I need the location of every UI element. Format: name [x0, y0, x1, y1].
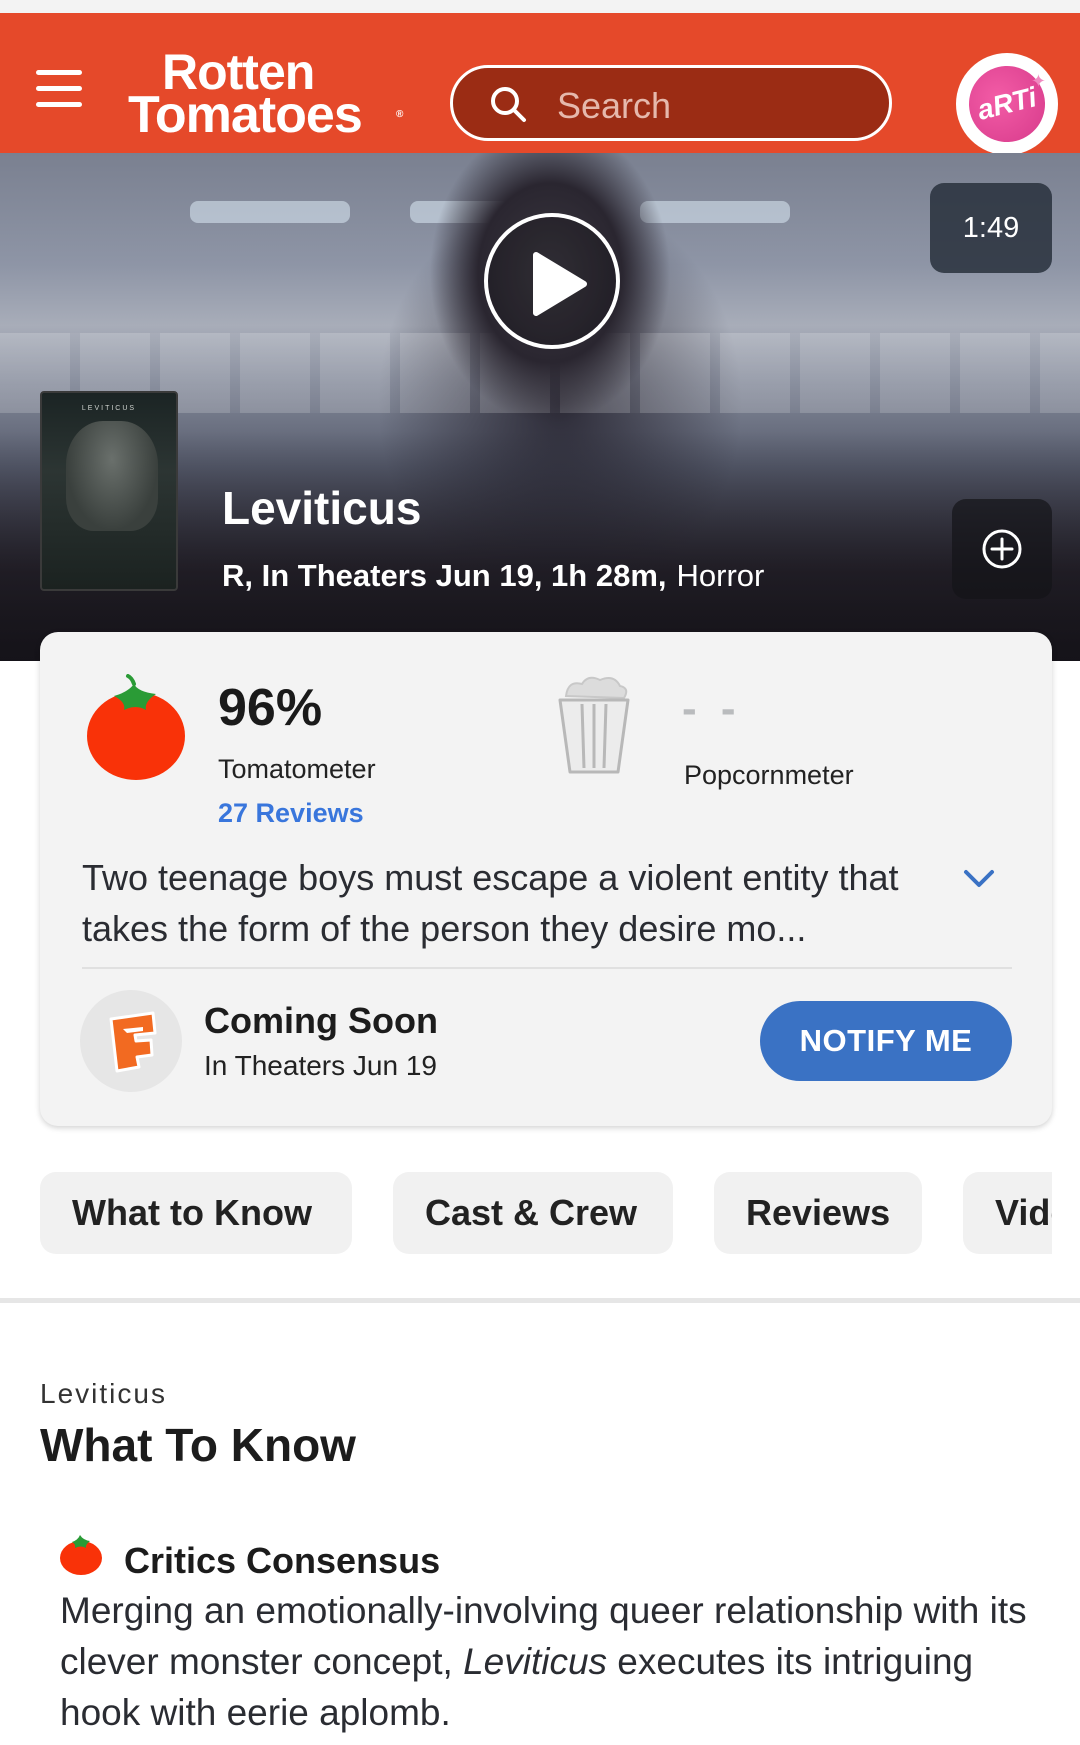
search-placeholder: Search	[557, 85, 672, 126]
section-kicker: Leviticus	[40, 1378, 167, 1409]
poster-figure	[66, 421, 158, 531]
section-tabs: What to Know Cast & Crew Reviews Videos	[0, 1172, 1052, 1254]
movie-rating-release-runtime: R, In Theaters Jun 19, 1h 28m,	[222, 558, 667, 593]
critics-consensus-text: Merging an emotionally-involving queer r…	[60, 1585, 1040, 1738]
movie-meta: R, In Theaters Jun 19, 1h 28m, Horror	[222, 558, 764, 594]
add-to-watchlist-button[interactable]	[952, 499, 1052, 599]
empty-popcorn-icon	[558, 676, 630, 774]
logo-text-bottom: Tomatoes	[128, 86, 363, 144]
notify-me-button[interactable]: NOTIFY ME	[760, 1001, 1012, 1081]
movie-synopsis[interactable]: Two teenage boys must escape a violent e…	[82, 852, 962, 954]
card-divider	[82, 967, 1012, 969]
fandango-icon	[109, 1011, 157, 1073]
tomatometer-score: 96%	[218, 679, 323, 737]
reviews-count-link[interactable]: 27 Reviews	[218, 798, 364, 829]
section-title: What To Know	[40, 1419, 356, 1471]
movie-genre: Horror	[676, 558, 765, 593]
play-button[interactable]	[484, 213, 620, 349]
critics-consensus-title: Critics Consensus	[124, 1540, 441, 1581]
coming-soon-title: Coming Soon	[204, 1000, 438, 1041]
tab-reviews[interactable]: Reviews	[714, 1172, 922, 1254]
release-date-text: In Theaters Jun 19	[204, 1050, 437, 1081]
popcornmeter-score: - -	[682, 684, 742, 733]
search-icon	[491, 87, 526, 122]
avatar[interactable]: aRTi ✦	[956, 53, 1058, 155]
movie-poster[interactable]: LEVITICUS	[40, 391, 178, 591]
score-card: 96% Tomatometer 27 Reviews - - Popcornme…	[40, 632, 1052, 1126]
trailer-hero[interactable]: 1:49 LEVITICUS Leviticus R, In Theaters …	[0, 153, 1080, 661]
poster-title: LEVITICUS	[81, 405, 137, 412]
consensus-movie-title: Leviticus	[463, 1641, 608, 1682]
tomato-icon	[87, 674, 185, 780]
fandango-logo	[80, 990, 182, 1092]
logo-registered-mark: ®	[396, 109, 404, 120]
rotten-tomatoes-logo[interactable]: Rotten Tomatoes ®	[128, 47, 408, 144]
video-duration-badge: 1:49	[930, 183, 1052, 273]
menu-icon[interactable]	[36, 70, 82, 108]
tomato-icon	[60, 1535, 102, 1575]
popcornmeter-label: Popcornmeter	[684, 760, 854, 790]
add-circle-icon	[982, 529, 1022, 569]
tab-videos[interactable]: Videos	[963, 1172, 1052, 1254]
play-icon	[533, 252, 587, 316]
chevron-down-icon[interactable]	[962, 868, 996, 890]
tab-cast-crew[interactable]: Cast & Crew	[393, 1172, 673, 1254]
tab-what-to-know[interactable]: What to Know	[40, 1172, 352, 1254]
search-input[interactable]: Search	[450, 65, 892, 141]
tabs-divider	[0, 1298, 1080, 1303]
sparkle-icon: ✦	[1030, 71, 1046, 91]
header-bar: Rotten Tomatoes ® Search aRTi ✦	[0, 13, 1080, 155]
status-strip	[0, 0, 1080, 13]
tomatometer-label: Tomatometer	[218, 754, 376, 784]
movie-title: Leviticus	[222, 482, 422, 534]
